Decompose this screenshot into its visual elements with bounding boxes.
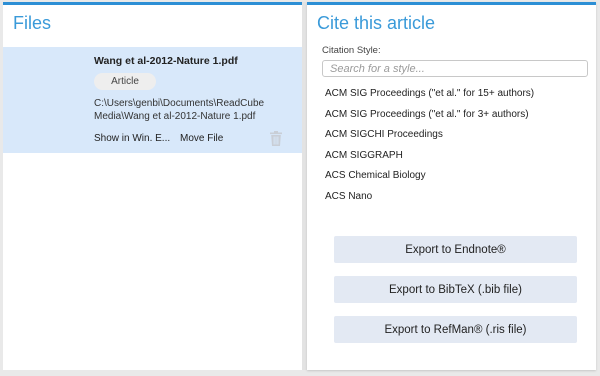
trash-icon[interactable] [270, 131, 282, 146]
files-title: Files [13, 13, 52, 33]
citation-style-item[interactable]: ACM SIG Proceedings ("et al." for 3+ aut… [325, 105, 534, 126]
citation-style-item[interactable]: ACS Chemical Biology [325, 166, 534, 187]
citation-style-item[interactable]: ACM SIG Proceedings ("et al." for 15+ au… [325, 84, 534, 105]
files-panel: Files Wang et al-2012-Nature 1.pdf Artic… [3, 2, 302, 370]
file-name: Wang et al-2012-Nature 1.pdf [94, 55, 238, 67]
file-type-badge: Article [94, 73, 156, 90]
show-in-explorer-link[interactable]: Show in Win. E... [94, 133, 170, 144]
move-file-link[interactable]: Move File [180, 133, 223, 144]
cite-title: Cite this article [317, 13, 436, 33]
export-endnote-button[interactable]: Export to Endnote® [334, 236, 577, 263]
export-bibtex-button[interactable]: Export to BibTeX (.bib file) [334, 276, 577, 303]
export-refman-button[interactable]: Export to RefMan® (.ris file) [334, 316, 577, 343]
citation-style-item[interactable]: ACM SIGGRAPH [325, 146, 534, 167]
file-path: C:\Users\genbi\Documents\ReadCube Media\… [94, 98, 265, 122]
cite-panel: Cite this article Citation Style: ACM SI… [307, 2, 596, 370]
file-item[interactable]: Wang et al-2012-Nature 1.pdf Article C:\… [3, 47, 302, 153]
citation-style-item[interactable]: ACM SIGCHI Proceedings [325, 125, 534, 146]
style-search-input[interactable] [322, 60, 588, 77]
citation-style-label: Citation Style: [322, 45, 381, 56]
citation-style-item[interactable]: ACS Nano [325, 187, 534, 208]
citation-style-list: ACM SIG Proceedings ("et al." for 15+ au… [325, 84, 534, 207]
